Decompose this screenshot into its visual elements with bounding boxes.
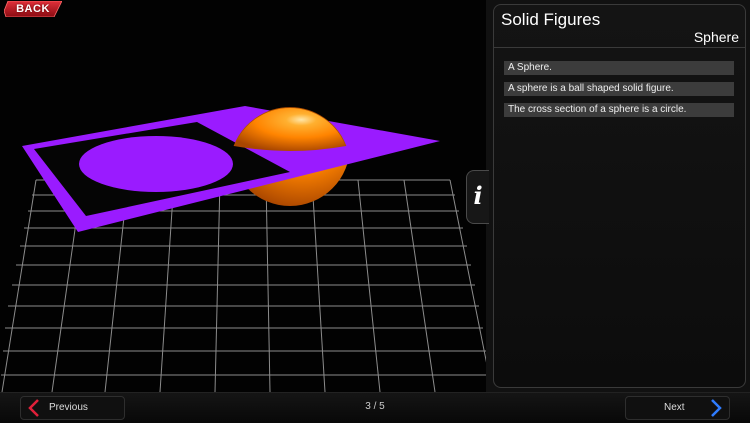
info-item: A Sphere. (504, 61, 734, 75)
info-icon: i (473, 181, 483, 210)
chevron-left-icon (28, 399, 39, 417)
panel-title: Solid Figures (501, 10, 601, 29)
info-item: The cross section of a sphere is a circl… (504, 103, 734, 117)
back-button[interactable]: BACK (4, 1, 62, 17)
panel-header: Solid Figures Sphere (494, 5, 745, 48)
scene-viewport[interactable] (0, 0, 491, 393)
info-panel-frame: Solid Figures Sphere A Sphere. A sphere … (493, 4, 746, 388)
scene-canvas[interactable] (0, 0, 491, 393)
bottom-navigation-bar: Previous 3 / 5 Next (0, 392, 750, 423)
info-panel: Solid Figures Sphere A Sphere. A sphere … (486, 0, 750, 392)
info-item: A sphere is a ball shaped solid figure. (504, 82, 734, 96)
next-button-label: Next (664, 402, 685, 413)
cross-section-plane (22, 106, 440, 232)
back-button-label: BACK (16, 3, 50, 15)
cross-section-circle (79, 136, 233, 192)
page-indicator: 3 / 5 (365, 401, 385, 412)
panel-subtitle: Sphere (693, 29, 739, 45)
chevron-right-icon (711, 399, 722, 417)
previous-button-label: Previous (49, 402, 88, 413)
previous-button[interactable]: Previous (20, 396, 125, 420)
info-list: A Sphere. A sphere is a ball shaped soli… (504, 61, 734, 124)
next-button[interactable]: Next (625, 396, 730, 420)
info-tab-button[interactable]: i (466, 170, 489, 224)
